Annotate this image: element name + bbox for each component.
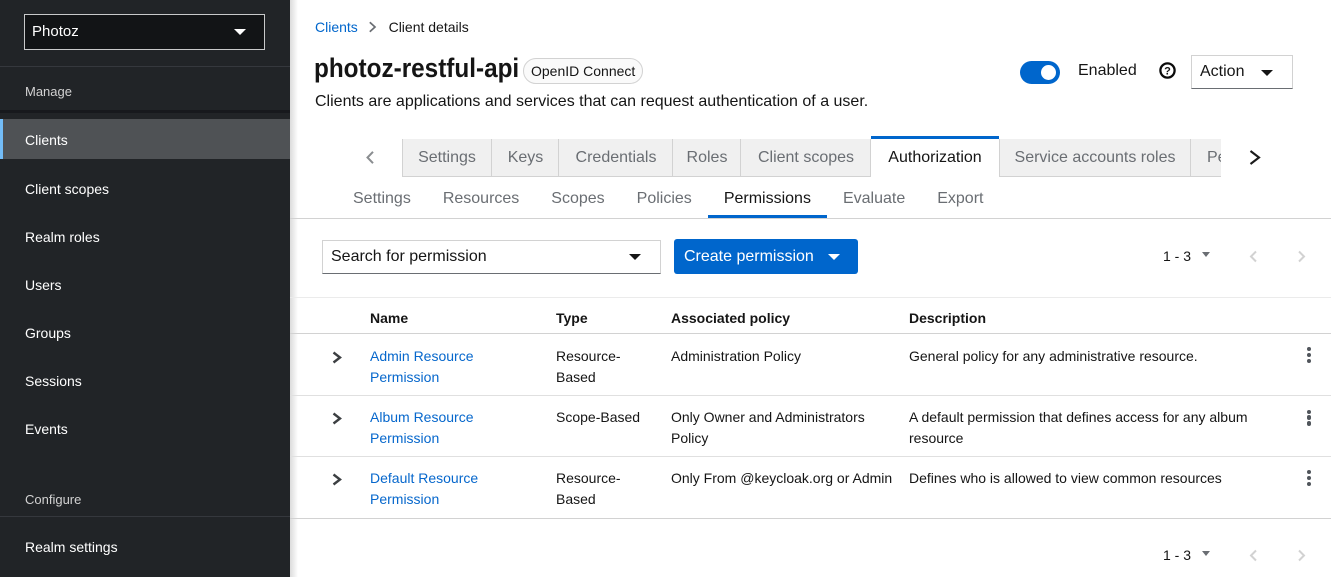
svg-text:?: ? [1164,65,1171,77]
